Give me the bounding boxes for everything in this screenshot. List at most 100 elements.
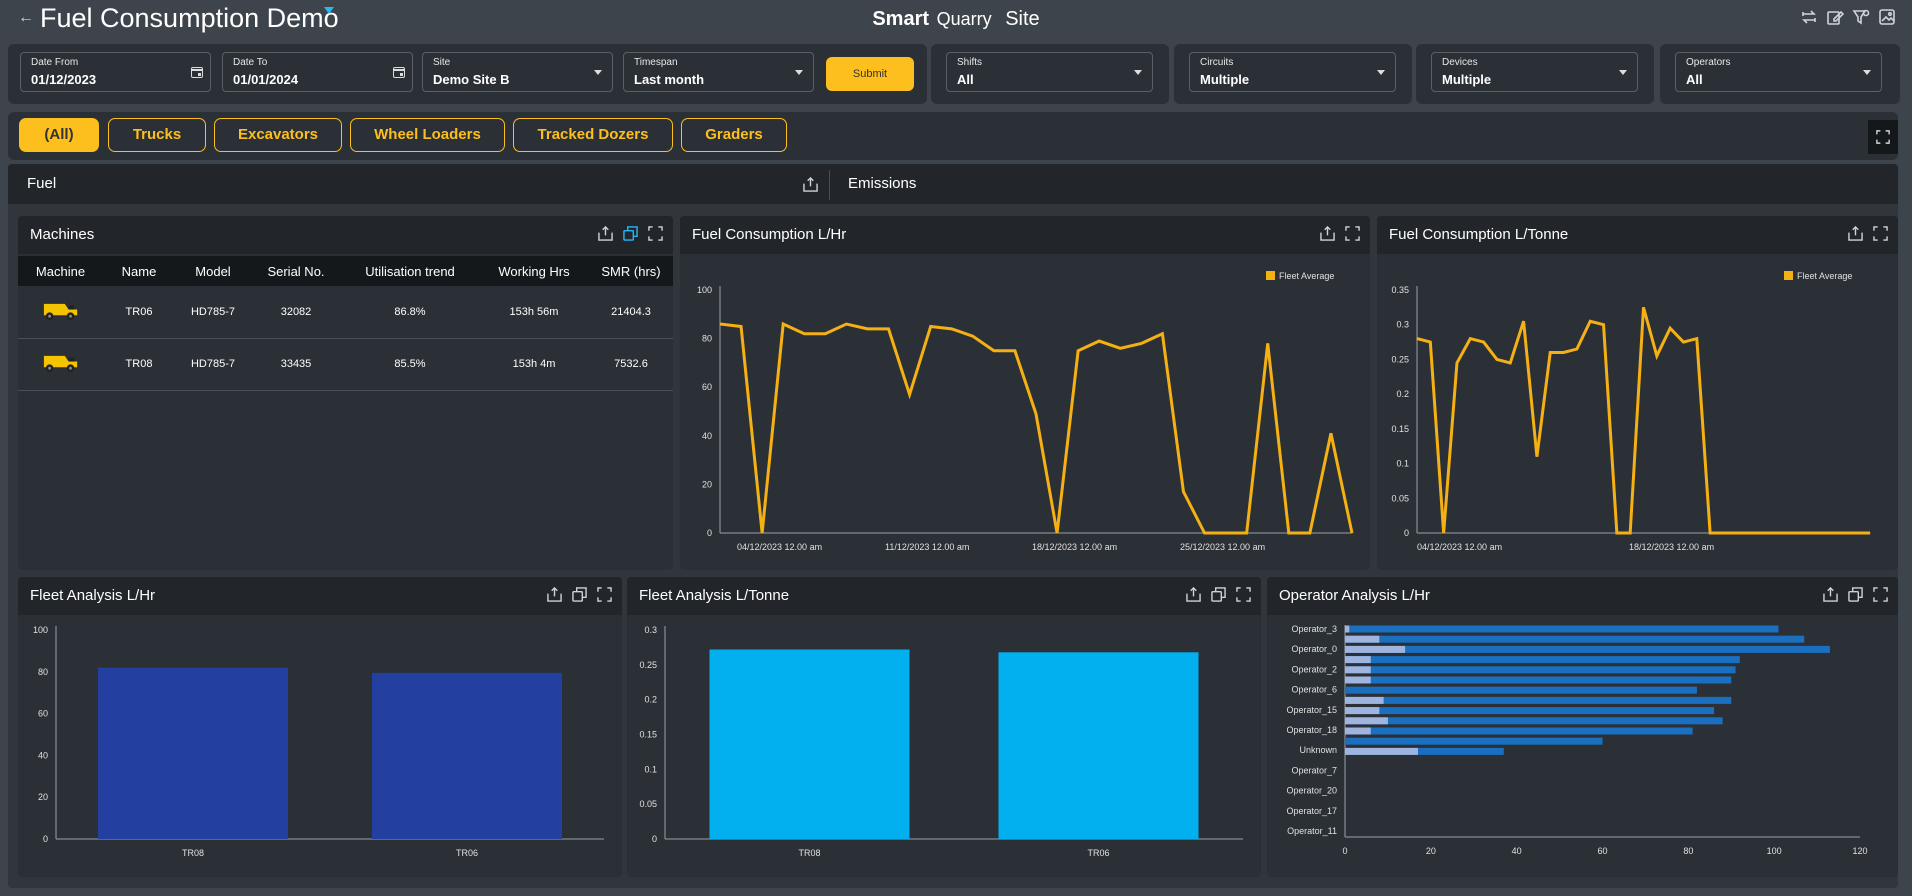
expand-icon[interactable] [648,226,663,241]
y-tick-label: 0.05 [639,799,657,809]
y-tick-label: 60 [38,709,48,719]
bar [1345,686,1697,694]
data-point [1856,532,1858,534]
bar [1345,635,1805,643]
data-point [1416,338,1418,340]
tab-emissions[interactable]: Emissions [848,175,916,192]
column-header[interactable]: Serial No. [251,256,341,286]
edit-icon[interactable] [1826,8,1844,26]
expand-icon[interactable] [1345,226,1360,241]
data-point [1456,362,1458,364]
data-point [1536,456,1538,458]
y-tick-label: 0.3 [644,625,657,635]
table-row[interactable]: TR08 HD785-7 33435 85.5% 153h 4m 7532.6 [18,338,673,391]
x-tick-label: 0 [1342,846,1347,856]
data-point [1098,340,1100,342]
date-to-field[interactable]: Date To 01/01/2024 [222,52,413,92]
share-icon[interactable] [1320,226,1335,241]
y-tick-label: 80 [702,334,712,344]
copy-icon[interactable] [623,226,638,241]
expand-icon[interactable] [1236,587,1251,602]
tab-fuel[interactable]: Fuel [27,175,56,192]
bar [98,667,288,839]
data-point [1496,358,1498,360]
date-from-field[interactable]: Date From 01/12/2023 [20,52,211,92]
data-point [1246,532,1248,534]
data-point [1035,413,1037,415]
data-point [1789,532,1791,534]
calendar-icon[interactable] [191,67,203,78]
expand-icon[interactable] [597,587,612,602]
fuel-lhr-line-chart[interactable]: 0 20 40 60 80 100 04/12/2023 12.00 am 11/12/202… [680,254,1370,570]
bar [998,652,1199,839]
data-point [1736,532,1738,534]
fullscreen-button[interactable] [1868,120,1898,154]
bar [1345,707,1715,715]
tab-tracked-dozers[interactable]: Tracked Dozers [513,118,673,152]
operators-select[interactable]: Operators All [1675,52,1882,92]
image-export-icon[interactable] [1878,8,1896,26]
tab-excavators[interactable]: Excavators [214,118,342,152]
filter-settings-icon[interactable] [1852,8,1870,26]
card-header: Operator Analysis L/Hr [1267,577,1898,615]
column-header[interactable]: Working Hrs [479,256,589,286]
site-select[interactable]: Site Demo Site B [422,52,613,92]
column-header[interactable]: SMR (hrs) [589,256,673,286]
x-tick-label: 80 [1683,846,1693,856]
chevron-down-icon [594,70,602,75]
tab-graders[interactable]: Graders [681,118,787,152]
devices-label: Devices [1442,57,1478,68]
card-actions [1186,587,1251,602]
bar [1345,656,1371,664]
card-actions [1848,226,1888,241]
legend-label: Fleet Average [1797,271,1852,281]
data-point [866,328,868,330]
y-tick-label: 0.25 [639,660,657,670]
expand-icon[interactable] [1873,587,1888,602]
column-header[interactable]: Name [103,256,175,286]
y-tick-label: 0 [43,834,48,844]
share-icon[interactable] [547,587,562,602]
share-icon[interactable] [803,177,818,192]
haul-truck-icon [43,303,77,320]
bar [1345,717,1723,725]
share-icon[interactable] [1186,587,1201,602]
timespan-label: Timespan [634,57,678,68]
share-icon[interactable] [1823,587,1838,602]
operator-lhr-bar-chart[interactable]: 0 20 40 60 80 100 120 Operator_3 Operator_0 Opera… [1267,615,1898,877]
table-row[interactable]: TR06 HD785-7 32082 86.8% 153h 56m 21404.… [18,286,673,339]
app-header: ← Fuel Consumption Demo Smart Quarry Sit… [0,0,1912,40]
y-tick-label: 20 [702,479,712,489]
shifts-select[interactable]: Shifts All [946,52,1153,92]
fuel-ltonne-line-chart[interactable]: 0 0.05 0.1 0.15 0.2 0.25 0.3 0.35 04/12/2023 12.… [1377,254,1898,570]
copy-icon[interactable] [1211,587,1226,602]
copy-icon[interactable] [1848,587,1863,602]
tab-wheel-loaders[interactable]: Wheel Loaders [350,118,505,152]
fleet-ltonne-bar-chart[interactable]: 0 0.05 0.1 0.15 0.2 0.25 0.3 TR08 TR06 [627,615,1261,877]
tab-all[interactable]: (All) [19,118,99,152]
swap-icon[interactable] [1800,8,1818,26]
devices-select[interactable]: Devices Multiple [1431,52,1638,92]
bar [1345,717,1388,725]
data-point [1225,532,1227,534]
circuits-select[interactable]: Circuits Multiple [1189,52,1396,92]
column-header[interactable]: Utilisation trend [341,256,479,286]
x-tick-label: TR08 [182,848,204,858]
x-tick-label: 20 [1426,846,1436,856]
share-icon[interactable] [1848,226,1863,241]
column-header[interactable]: Machine [18,256,103,286]
column-header[interactable]: Model [175,256,251,286]
tab-trucks[interactable]: Trucks [108,118,206,152]
fleet-lhr-bar-chart[interactable]: 0 20 40 60 80 100 TR08 TR06 [18,615,622,877]
share-icon[interactable] [598,226,613,241]
copy-icon[interactable] [572,587,587,602]
expand-icon[interactable] [1873,226,1888,241]
y-tick-label: Operator_7 [1291,765,1337,775]
calendar-icon[interactable] [393,67,405,78]
timespan-select[interactable]: Timespan Last month [623,52,814,92]
y-tick-label: Unknown [1299,745,1337,755]
bar [1345,666,1371,674]
data-point [930,325,932,327]
submit-button[interactable]: Submit [826,57,914,91]
card-header: Fuel Consumption L/Tonne [1377,216,1898,254]
